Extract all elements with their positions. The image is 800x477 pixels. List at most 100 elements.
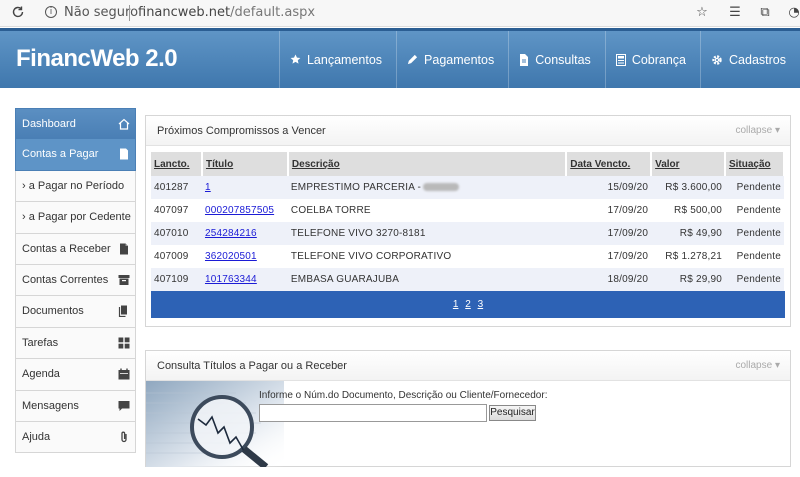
nav-cadastros[interactable]: Cadastros — [700, 31, 800, 88]
cell-valor: R$ 500,00 — [674, 205, 722, 216]
archive-icon — [118, 274, 130, 285]
panel-title: Consulta Títulos a Pagar ou a Receber — [157, 360, 347, 372]
address-bar[interactable]: financweb.net/default.aspx — [138, 5, 315, 20]
cell-titulo: 000207857505 — [202, 199, 288, 222]
column-label: Título — [205, 158, 234, 170]
nav-label: Cobrança — [631, 52, 687, 67]
titulo-link[interactable]: 000207857505 — [205, 205, 274, 216]
sidebar-item-a-pagar-por-cedente[interactable]: › a Pagar por Cedente — [15, 202, 136, 234]
titulo-link[interactable]: 1 — [205, 182, 211, 193]
sidebar-item-contas-a-receber[interactable]: Contas a Receber — [15, 233, 136, 265]
nav-lancamentos[interactable]: Lançamentos — [278, 31, 396, 88]
nav-label: Lançamentos — [306, 52, 383, 67]
sidebar-item-label: Contas a Pagar — [22, 148, 99, 161]
panel-header: Consulta Títulos a Pagar ou a Receber co… — [146, 351, 790, 381]
sidebar-item-label: Mensagens — [22, 399, 79, 412]
top-nav: Lançamentos Pagamentos Consultas Cobranç… — [278, 31, 800, 88]
url-path: /default.aspx — [230, 5, 316, 20]
nav-label: Pagamentos — [424, 52, 495, 67]
column-header-valor[interactable]: Valor — [651, 152, 726, 176]
app-header: FinancWeb 2.0 Lançamentos Pagamentos Con… — [0, 28, 800, 88]
search-instructions: Informe o Núm.do Documento, Descrição ou… — [259, 390, 548, 401]
cell-titulo: 362020501 — [202, 245, 288, 268]
panel-header: Próximos Compromissos a Vencer collapse … — [146, 116, 790, 146]
search-button[interactable]: Pesquisar — [489, 405, 536, 421]
profile-icon[interactable]: ◔ — [786, 5, 800, 21]
column-label: Lancto. — [154, 158, 190, 170]
search-input[interactable] — [259, 404, 487, 422]
security-label[interactable]: Não seguro — [64, 5, 138, 20]
sidebar-item-label: Dashboard — [22, 118, 76, 130]
chat-icon — [118, 400, 130, 411]
sidebar-item-contas-correntes[interactable]: Contas Correntes — [15, 264, 136, 297]
page-link-3[interactable]: 3 — [478, 299, 484, 310]
table-row: 407097 000207857505 COELBA TORRE 17/09/2… — [151, 199, 784, 222]
cell-valor: R$ 29,90 — [651, 268, 725, 291]
sidebar-item-a-pagar-no-periodo[interactable]: › a Pagar no Período — [15, 170, 136, 203]
reload-icon[interactable] — [11, 5, 25, 19]
sidebar-item-contas-a-pagar[interactable]: Contas a Pagar — [15, 139, 136, 171]
sidebar-item-label: Agenda — [22, 368, 60, 381]
search-form: Informe o Núm.do Documento, Descrição ou… — [146, 381, 790, 467]
sidebar-item-label: Documentos — [22, 305, 84, 318]
sidebar-item-mensagens[interactable]: Mensagens — [15, 390, 136, 422]
page-link-2[interactable]: 2 — [465, 299, 471, 310]
sidebar: Dashboard Contas a Pagar › a Pagar no Pe… — [15, 108, 136, 454]
sidebar-item-dashboard[interactable]: Dashboard — [15, 108, 136, 140]
cell-titulo: 254284216 — [201, 222, 288, 245]
collapse-toggle[interactable]: collapse ▾ — [735, 125, 780, 136]
column-header-titulo[interactable]: Título — [201, 152, 289, 176]
document-icon — [520, 53, 529, 66]
column-header-situacao[interactable]: Situação — [724, 152, 786, 176]
cell-lancto: 407009 — [154, 251, 189, 262]
descricao-text: EMPRESTIMO PARCERIA - — [290, 182, 422, 193]
nav-label: Consultas — [535, 52, 591, 67]
nav-pagamentos[interactable]: Pagamentos — [396, 31, 508, 88]
nav-consultas[interactable]: Consultas — [508, 31, 605, 88]
cell-lancto: 407109 — [151, 268, 202, 291]
info-icon[interactable]: i — [45, 6, 57, 18]
cell-data: 17/09/20 — [566, 222, 652, 245]
table-row: 401287 1 EMPRESTIMO PARCERIA - 15/09/20 … — [151, 176, 784, 199]
cell-situacao: Pendente — [724, 176, 784, 199]
cell-data: 17/09/20 — [607, 251, 649, 262]
cell-descricao: COELBA TORRE — [290, 205, 371, 216]
cell-valor: R$ 3.600,00 — [651, 176, 725, 199]
pagination: 1 2 3 — [151, 291, 785, 318]
sidebar-item-ajuda[interactable]: Ajuda — [15, 421, 136, 454]
calendar-icon — [118, 368, 130, 380]
cell-data: 17/09/20 — [607, 205, 649, 216]
paperclip-icon — [121, 431, 127, 443]
panel-title: Próximos Compromissos a Vencer — [157, 125, 326, 137]
brand-logo[interactable]: FinancWeb 2.0 — [16, 45, 178, 73]
redacted-text — [423, 183, 460, 192]
search-panel: Consulta Títulos a Pagar ou a Receber co… — [145, 350, 791, 467]
collections-icon[interactable]: ⧉ — [757, 5, 773, 21]
table-row: 407009 362020501 TELEFONE VIVO CORPORATI… — [151, 245, 784, 268]
page-link-1[interactable]: 1 — [453, 299, 459, 310]
pencil-icon — [407, 54, 418, 65]
cell-descricao: TELEFONE VIVO 3270-8181 — [287, 222, 567, 245]
titulo-link[interactable]: 362020501 — [205, 251, 257, 262]
sidebar-item-documentos[interactable]: Documentos — [15, 296, 136, 328]
titulo-link[interactable]: 254284216 — [205, 228, 257, 239]
star-icon[interactable]: ☆ — [694, 5, 710, 21]
column-header-descricao[interactable]: Descrição — [287, 152, 568, 176]
nav-cobranca[interactable]: Cobrança — [604, 31, 700, 88]
collapse-label: collapse — [735, 125, 773, 136]
column-header-lancto[interactable]: Lancto. — [151, 152, 203, 176]
favorites-icon[interactable]: ☰ — [727, 5, 743, 21]
cell-lancto: 407097 — [154, 205, 189, 216]
collapse-toggle[interactable]: collapse ▾ — [735, 360, 780, 371]
file-icon — [120, 148, 128, 160]
commitments-panel: Próximos Compromissos a Vencer collapse … — [145, 115, 791, 327]
column-header-data-vencto[interactable]: Data Vencto. — [566, 152, 653, 176]
file-icon — [120, 243, 128, 255]
titulo-link[interactable]: 101763344 — [205, 274, 257, 285]
url-host: financweb.net — [138, 5, 231, 20]
home-icon — [118, 118, 130, 130]
sidebar-item-label: Tarefas — [22, 336, 59, 349]
sidebar-item-agenda[interactable]: Agenda — [15, 359, 136, 391]
sidebar-item-tarefas[interactable]: Tarefas — [15, 327, 136, 360]
grid-icon — [118, 337, 130, 349]
